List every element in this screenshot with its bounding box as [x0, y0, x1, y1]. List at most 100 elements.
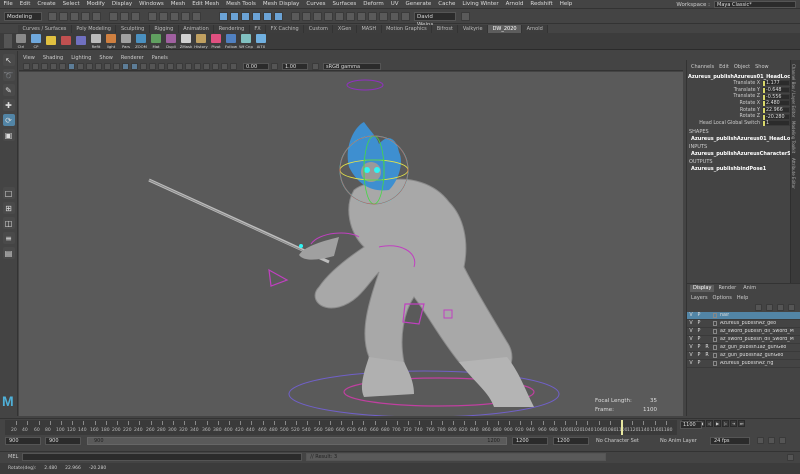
layer-visibility-toggle[interactable]: V: [687, 313, 695, 318]
exposure-field[interactable]: 0.00: [243, 62, 269, 70]
attribute-value[interactable]: 2.480: [762, 100, 790, 107]
menu-living-winter[interactable]: Living Winter: [459, 0, 502, 9]
viewport-menu-lighting[interactable]: Lighting: [67, 54, 95, 62]
lasso-tool-icon[interactable]: ➰: [2, 69, 15, 81]
resolution-gate-icon[interactable]: [77, 62, 84, 70]
layer-playback-toggle[interactable]: P: [695, 313, 703, 318]
side-tab-modeling-toolkit[interactable]: Modeling Toolkit: [791, 117, 796, 153]
layer-name[interactable]: Azureus_publishAz_geo: [717, 321, 776, 326]
bookmark-icon[interactable]: [41, 62, 48, 70]
layer-visibility-toggle[interactable]: V: [687, 321, 695, 326]
top-control-curve[interactable]: [346, 79, 384, 91]
layer-menu-options[interactable]: Options: [713, 295, 732, 301]
four-view-icon[interactable]: ⊞: [2, 202, 15, 214]
anim-end-field[interactable]: 1200: [553, 437, 589, 445]
menu-windows[interactable]: Windows: [136, 0, 168, 9]
shelf-button[interactable]: Pars: [119, 33, 133, 49]
mask-icon[interactable]: [148, 12, 157, 21]
command-input[interactable]: [22, 453, 303, 461]
graph-layout-icon[interactable]: ▤: [2, 247, 15, 259]
mode-dropdown[interactable]: Modeling: [4, 12, 42, 21]
gate-mask-icon[interactable]: [86, 62, 93, 70]
ik-control-left[interactable]: [268, 268, 289, 287]
shelf-button[interactable]: [59, 36, 73, 46]
ambient-occlusion-icon[interactable]: [176, 62, 183, 70]
layer-playback-toggle[interactable]: P: [695, 321, 703, 326]
camera-icon[interactable]: [390, 12, 399, 21]
shelf-button[interactable]: light: [104, 33, 118, 49]
menu-help[interactable]: Help: [556, 0, 576, 9]
attribute-value[interactable]: -0.556: [762, 93, 790, 100]
safe-title-icon[interactable]: [113, 62, 120, 70]
grid-icon[interactable]: [59, 62, 66, 70]
render-setup-icon[interactable]: [346, 12, 355, 21]
redo-icon[interactable]: [92, 12, 101, 21]
menu-mesh-display[interactable]: Mesh Display: [259, 0, 303, 9]
rotate-tool-icon[interactable]: ⟳: [2, 114, 15, 126]
layer-menu-layers[interactable]: Layers: [691, 295, 708, 301]
mask-icon[interactable]: [159, 12, 168, 21]
shelf-tab-poly-modeling[interactable]: Poly Modeling: [71, 25, 117, 33]
shelf-button[interactable]: Dupli: [164, 33, 178, 49]
shelf-button[interactable]: Pivot: [209, 33, 223, 49]
wireframe-icon[interactable]: [122, 62, 129, 70]
layer-tab-display[interactable]: Display: [690, 285, 715, 292]
shelf-button[interactable]: CP: [29, 33, 43, 49]
shadows-icon[interactable]: [167, 62, 174, 70]
attribute-value[interactable]: 1.177: [762, 80, 790, 87]
character-body[interactable]: [314, 178, 513, 386]
textured-icon[interactable]: [149, 62, 156, 70]
ipr-render-icon[interactable]: [313, 12, 322, 21]
menu-select[interactable]: Select: [59, 0, 83, 9]
hypershade-icon[interactable]: [335, 12, 344, 21]
shelf-button[interactable]: [44, 36, 58, 46]
open-scene-icon[interactable]: [59, 12, 68, 21]
shelf-button[interactable]: Follow: [224, 33, 238, 49]
shelf-tab-fx-caching[interactable]: FX Caching: [266, 25, 305, 33]
layer-name[interactable]: Azureus_publishAz_rig: [717, 361, 773, 366]
menu-display[interactable]: Display: [108, 0, 135, 9]
channelbox-menu-object[interactable]: Object: [734, 64, 750, 70]
sword-arm[interactable]: [299, 237, 339, 260]
mask-icon[interactable]: [170, 12, 179, 21]
anim-prefs-icon[interactable]: [779, 437, 786, 444]
fps-dropdown[interactable]: 24 fps: [710, 437, 750, 445]
shelf-tab-arnold[interactable]: Arnold: [522, 25, 549, 33]
selection-lock-icon[interactable]: [401, 12, 410, 21]
menu-uv[interactable]: UV: [387, 0, 402, 9]
snap-view-icon[interactable]: [252, 12, 261, 21]
menu-edit[interactable]: Edit: [16, 0, 34, 9]
isolate-select-icon[interactable]: [203, 62, 210, 70]
playback-start-field[interactable]: 900: [45, 437, 81, 445]
attribute-value[interactable]: 1: [762, 120, 790, 127]
select-component-icon[interactable]: [131, 12, 140, 21]
menu-cache[interactable]: Cache: [435, 0, 459, 9]
film-gate-icon[interactable]: [68, 62, 75, 70]
snap-surface-icon[interactable]: [263, 12, 272, 21]
move-tool-icon[interactable]: ✚: [2, 99, 15, 111]
menu-arnold[interactable]: Arnold: [502, 0, 527, 9]
anim-layer-dropdown[interactable]: No Anim Layer: [660, 438, 697, 444]
shelf-button[interactable]: Refit: [89, 33, 103, 49]
shelf-tab-xgen[interactable]: XGen: [333, 25, 357, 33]
auto-key-icon[interactable]: [768, 437, 775, 444]
attribute-value[interactable]: 22.966: [762, 107, 790, 114]
current-frame-field[interactable]: 1100: [680, 421, 702, 429]
layer-menu-help[interactable]: Help: [737, 295, 748, 301]
light-editor-icon[interactable]: [357, 12, 366, 21]
current-time-marker[interactable]: [621, 420, 623, 435]
shelf-button[interactable]: Mat: [149, 33, 163, 49]
mask-icon[interactable]: [192, 12, 201, 21]
layer-name[interactable]: az_gun_publish1az_gunGeo: [717, 345, 786, 350]
layer-playback-toggle[interactable]: P: [695, 337, 703, 342]
new-layer-icon[interactable]: [777, 304, 784, 311]
layer-row[interactable]: V Phair: [687, 312, 800, 320]
layer-name[interactable]: az_sword_publish_dll_Sword_M: [717, 337, 794, 342]
layer-visibility-toggle[interactable]: V: [687, 361, 695, 366]
shelf-tab-valkyrie[interactable]: Valkyrie: [458, 25, 489, 33]
time-ruler[interactable]: 20 40 60 80 100 120 140 160 180 200 220 240 260 280 30…: [5, 420, 677, 435]
layer-name[interactable]: az_gun_publishaz_gunGeo: [717, 353, 783, 358]
redshift-icon[interactable]: [379, 12, 388, 21]
step-forward-icon[interactable]: ▷: [722, 420, 729, 427]
shelf-tab-animation[interactable]: Animation: [178, 25, 215, 33]
